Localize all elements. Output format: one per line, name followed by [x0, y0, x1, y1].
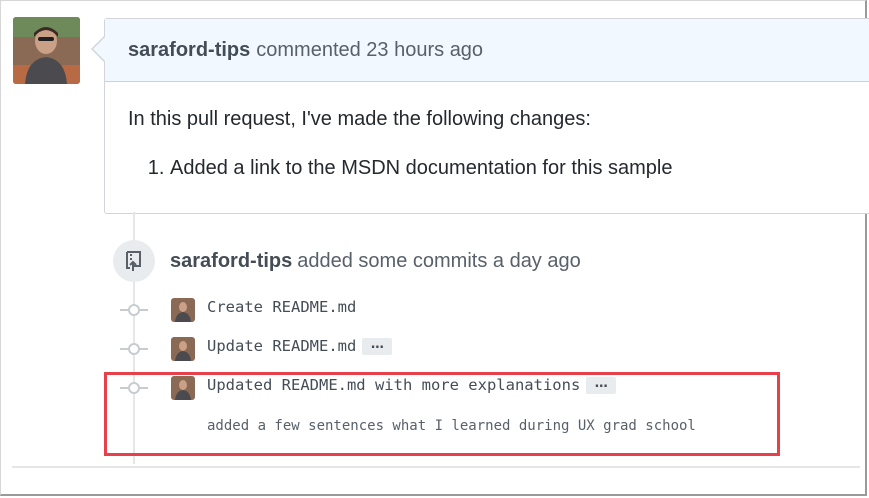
commit-message: Update README.md … [207, 337, 393, 355]
repo-push-icon [113, 240, 155, 282]
commit-row: Create README.md [120, 297, 720, 323]
push-event-summary: saraford-tips added some commits a day ag… [170, 250, 581, 273]
comment-arrow-inner [93, 37, 105, 61]
comment-author-link[interactable]: saraford-tips [128, 39, 250, 62]
comment-timestamp[interactable]: commented 23 hours ago [256, 39, 483, 62]
expand-description-button[interactable]: … [362, 338, 393, 355]
comment-header: saraford-tips commented 23 hours ago [105, 19, 869, 82]
commit-avatar[interactable] [171, 337, 195, 361]
commit-message-link[interactable]: Update README.md [207, 337, 356, 355]
timeline-end-divider [12, 466, 860, 468]
push-timestamp[interactable]: added some commits a day ago [297, 250, 581, 272]
comment-box: saraford-tips commented 23 hours ago In … [104, 18, 869, 214]
push-author-link[interactable]: saraford-tips [170, 250, 292, 272]
highlight-annotation [104, 372, 780, 456]
commit-message-link[interactable]: Create README.md [207, 298, 356, 316]
avatar[interactable] [13, 17, 80, 84]
comment-change-item: Added a link to the MSDN documentation f… [170, 157, 852, 180]
comment-intro: In this pull request, I've made the foll… [128, 108, 591, 130]
comment-body: In this pull request, I've made the foll… [105, 82, 869, 206]
commit-row: Update README.md … [120, 336, 720, 362]
commit-node-icon [120, 297, 148, 323]
commit-node-icon [120, 336, 148, 362]
comment-change-list: Added a link to the MSDN documentation f… [128, 157, 852, 180]
commit-avatar[interactable] [171, 298, 195, 322]
